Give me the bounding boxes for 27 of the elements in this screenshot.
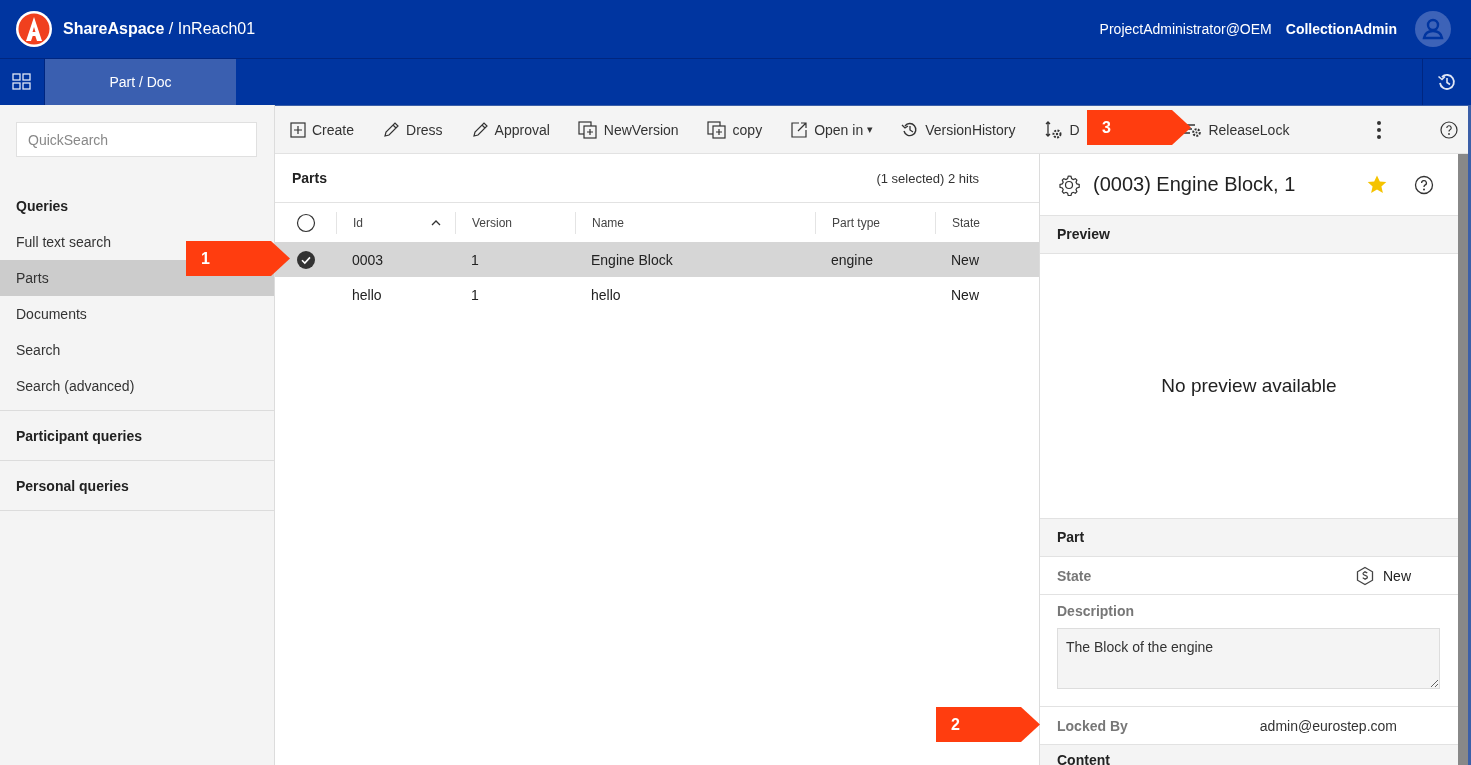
field-label: State <box>1057 567 1093 584</box>
table-cell: New <box>951 286 979 303</box>
table-cell: 1 <box>471 251 479 268</box>
field-label: Locked By <box>1057 717 1129 734</box>
table-cell: 1 <box>471 286 479 303</box>
panel-title: Parts <box>292 170 329 186</box>
callout-tooltip: 3 <box>1087 110 1191 145</box>
table-cell: hello <box>591 286 621 303</box>
table-cell: New <box>951 251 979 268</box>
callout-tooltip: 2 <box>936 707 1040 742</box>
state-value: New <box>1383 567 1411 584</box>
section-heading: Content <box>1040 745 1458 765</box>
table-cell: hello <box>352 286 382 303</box>
item-title: (0003) Engine Block, 1 <box>1093 173 1297 196</box>
hit-count: (1 selected) 2 hits <box>876 170 979 186</box>
table-cell: engine <box>831 251 874 268</box>
role-name: CollectionAdmin <box>1285 21 1397 37</box>
callout-tooltip: 1 <box>186 241 290 276</box>
table-cell: Engine Block <box>591 251 673 268</box>
field-label: Description <box>1057 603 1135 619</box>
section-heading: Part <box>1040 519 1458 557</box>
user-name: ProjectAdministrator@OEM <box>1099 21 1272 37</box>
table-cell: 0003 <box>352 251 384 268</box>
breadcrumb-title: ShareAspace / InReach01 <box>63 20 256 38</box>
field-value: admin@eurostep.com <box>1259 717 1397 734</box>
section-heading: Preview <box>1040 216 1458 254</box>
section-heading: Queries <box>15 197 70 216</box>
